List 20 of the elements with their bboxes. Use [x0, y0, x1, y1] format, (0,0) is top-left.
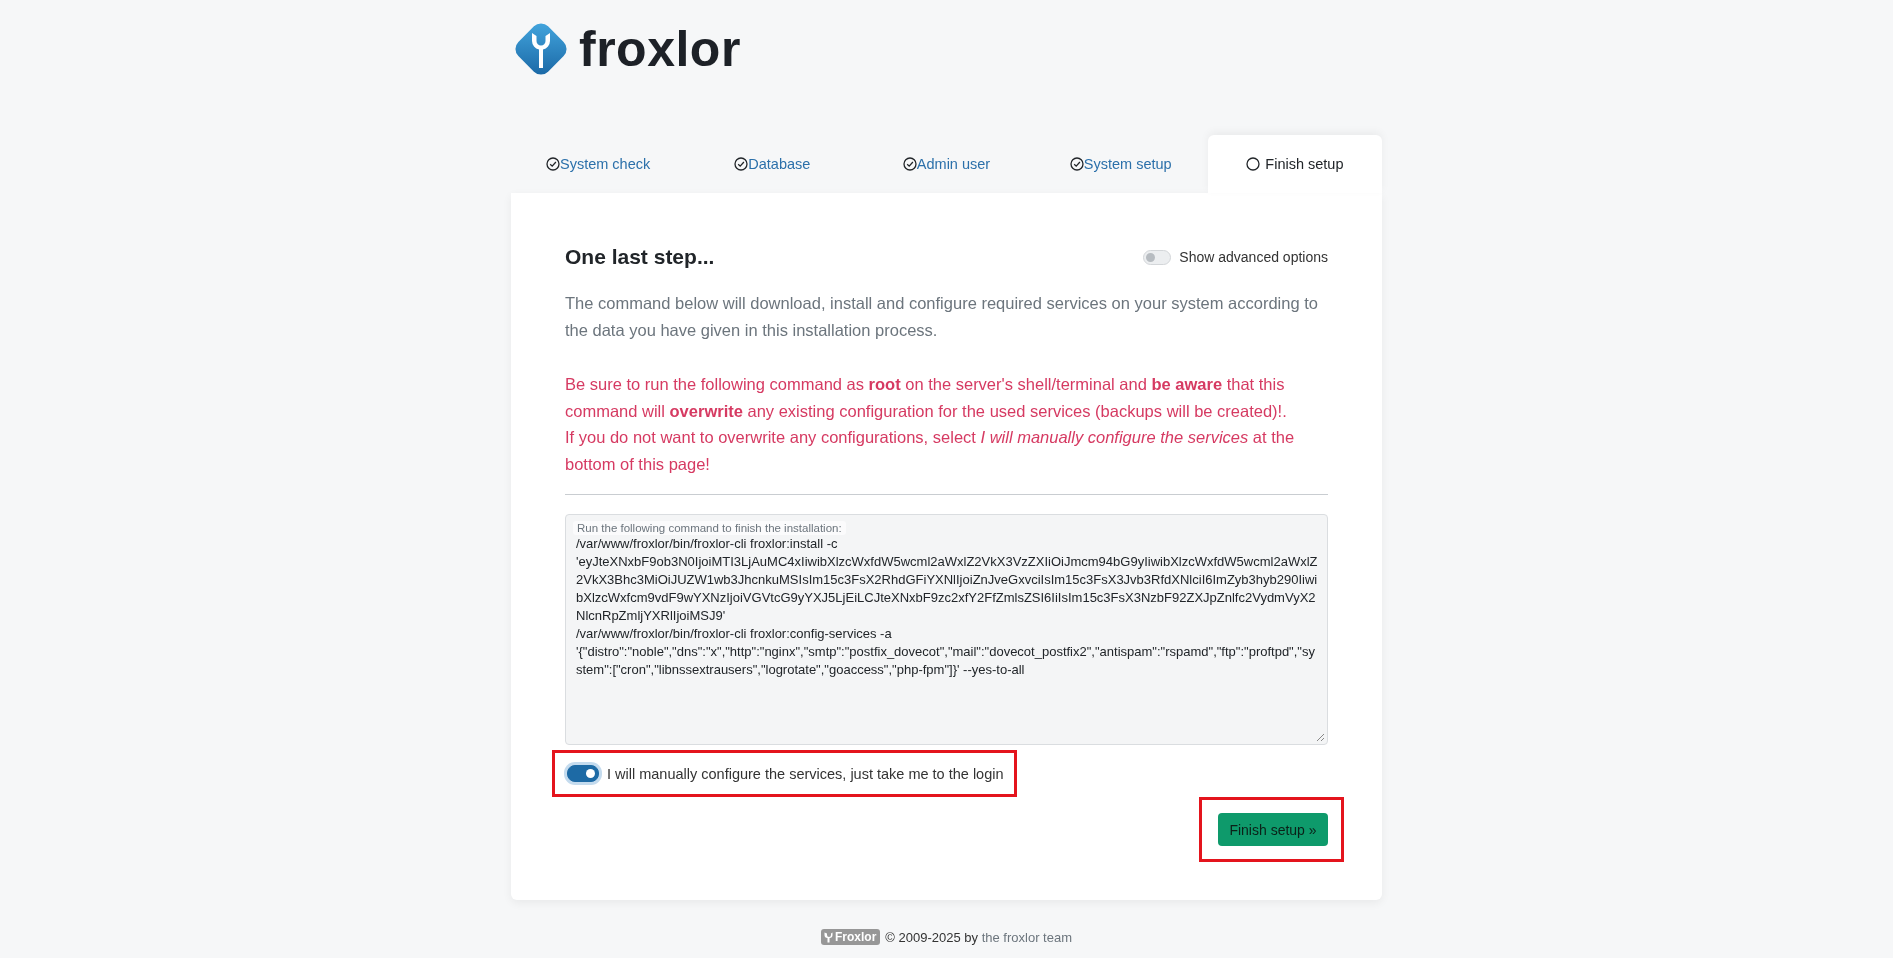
wrench-icon [824, 931, 833, 943]
field-label: Run the following command to finish the installation: [573, 521, 846, 535]
toggle-switch[interactable] [567, 765, 599, 782]
page-heading: One last step... [565, 244, 715, 270]
team-link[interactable]: the froxlor team [981, 929, 1072, 945]
warning-text: Be sure to run the following command as root on the server's shell/terminal and be aware that this command will overwrite any existing configuration for the used services (backups will be created)!. If you do not want to overwrite any configurations, select I will manually configure the services at the bottom of this page! [565, 374, 1296, 475]
finish-setup-button[interactable]: Finish setup » [1218, 813, 1328, 846]
step-tab[interactable]: Admin user [859, 135, 1034, 193]
logo-text: froxlor [579, 21, 741, 77]
command-field[interactable]: Run the following command to finish the installation: /var/www/froxlor/bin/froxlor-cli froxlor:install -c 'eyJteXNxbF9ob3N0IjoiMTI3LjAuMC4xIiwibXlzcWxfdW5wcml2aWxlZ2VkX3VzZXIiOiJmcm94bG9yIiwibXlzcWxfdW5wcml2aWxlZ2VkX3Bhc3MiOiJUZW1wb3JhcnkuMSIsIm15c3FsX2RhdGFiYXNlIjoiZnJveGxvciIsIm15c3FsX3Jvb3RfdXNlciI6ImZyb3hyb290IiwibXlzcWxfcm9vdF9wYXNzIjoiVGVtcG9yYXJ5LjEiLCJteXNxbF9zc2xfY2FfZmlsZSI6IiIsIm15c3FsX3NzbF92ZXJpZnlfc2VydmVyX2NlcnRpZmljYXRlIjoiMSJ9' /var/www/froxlor/bin/froxlor-cli froxlor:config-services -a '{"distro":"noble","dns":"x","http":"nginx","smtp":"postfix_dovecot","mail":"dovecot_postfix2","antispam":"rspamd","ftp":"proftpd","system":["cron","libnssextrausers","logrotate","goaccess","php-fpm"]}' --yes-to-all [565, 514, 1328, 745]
toggle-label: I will manually configure the services, just take me to the login [607, 765, 1004, 782]
step-tab[interactable]: System check [511, 135, 686, 193]
step-tab[interactable]: Database [685, 135, 860, 193]
intro-text: The command below will download, install and configure required services on your system according to the data you have given in this installation process. [565, 293, 1319, 341]
resize-grip-icon [1316, 733, 1325, 742]
step-tab[interactable]: Finish setup [1207, 135, 1382, 193]
copyright-text: © 2009-2025 by the froxlor team [885, 929, 1072, 945]
footer-logo-text: Froxlor [835, 930, 877, 944]
toggle-label: Show advanced options [1179, 249, 1328, 265]
step-tab[interactable]: System setup [1033, 135, 1208, 193]
